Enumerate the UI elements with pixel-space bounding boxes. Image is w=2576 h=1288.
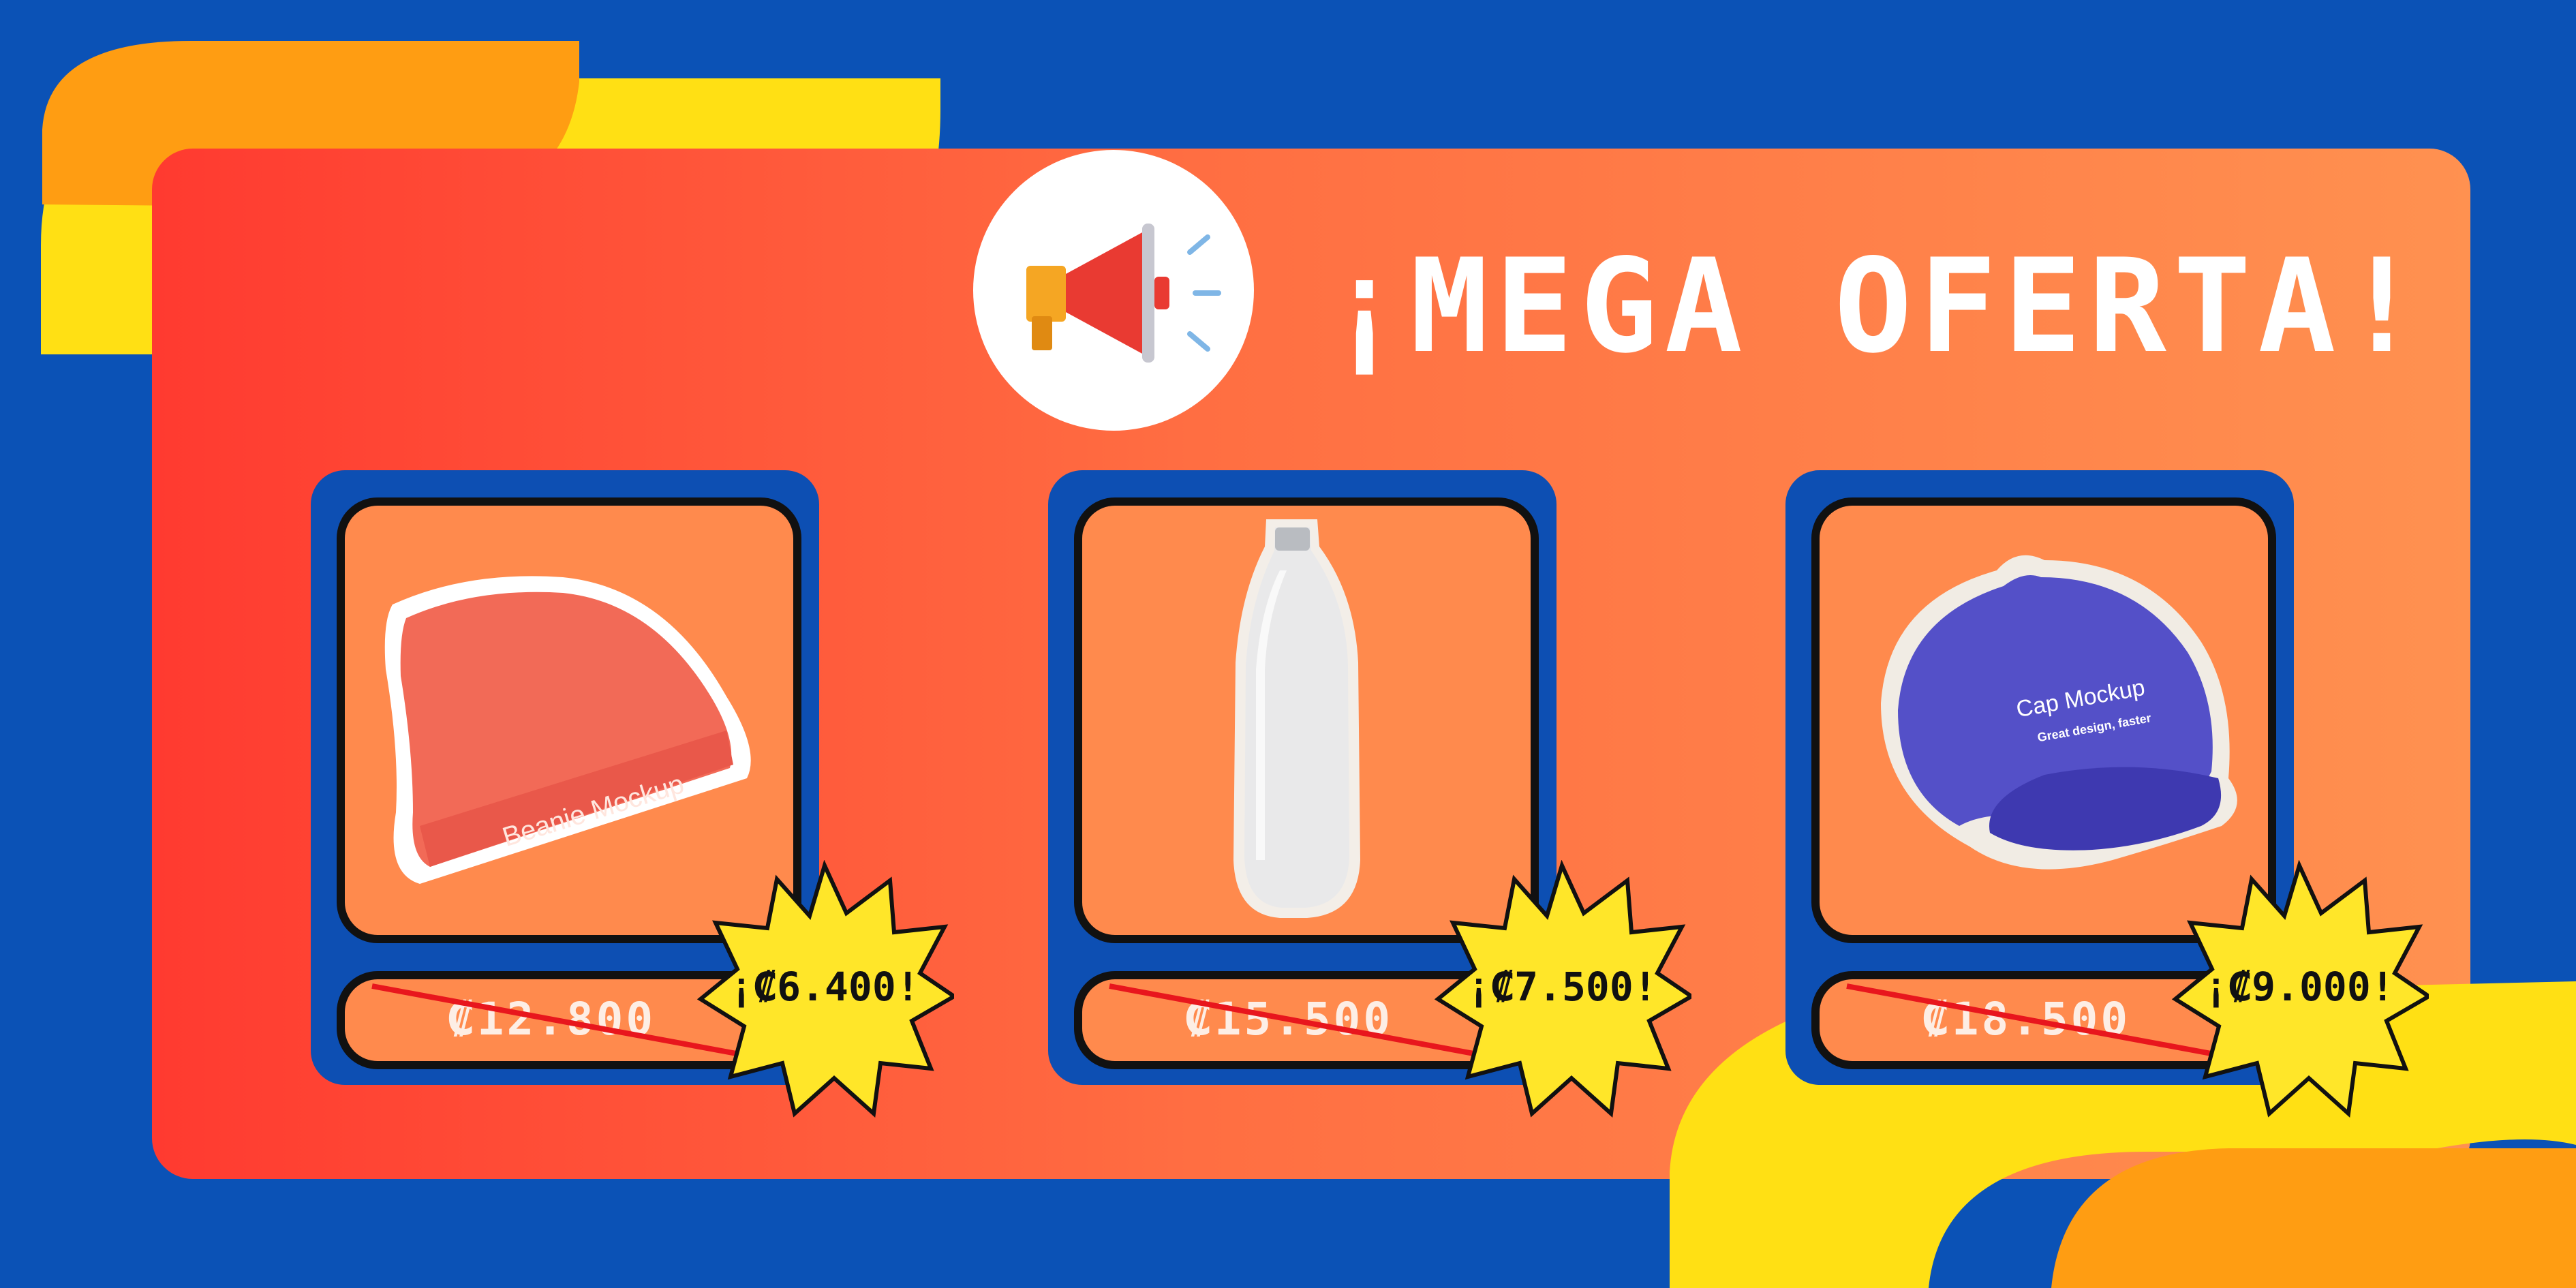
new-price: ¡₡7.500! [1467, 964, 1657, 1010]
sale-burst-bottle: ¡₡7.500! [1432, 859, 1696, 1119]
new-price: ¡₡6.400! [729, 964, 920, 1010]
new-price: ¡₡9.000! [2204, 964, 2395, 1010]
megaphone-badge [973, 150, 1254, 431]
sale-burst-cap: ¡₡9.000! [2170, 859, 2433, 1119]
megaphone-icon [1026, 224, 1221, 363]
sale-burst-beanie: ¡₡6.400! [695, 859, 958, 1119]
headline: ¡MEGA OFERTA! [1325, 231, 2428, 382]
